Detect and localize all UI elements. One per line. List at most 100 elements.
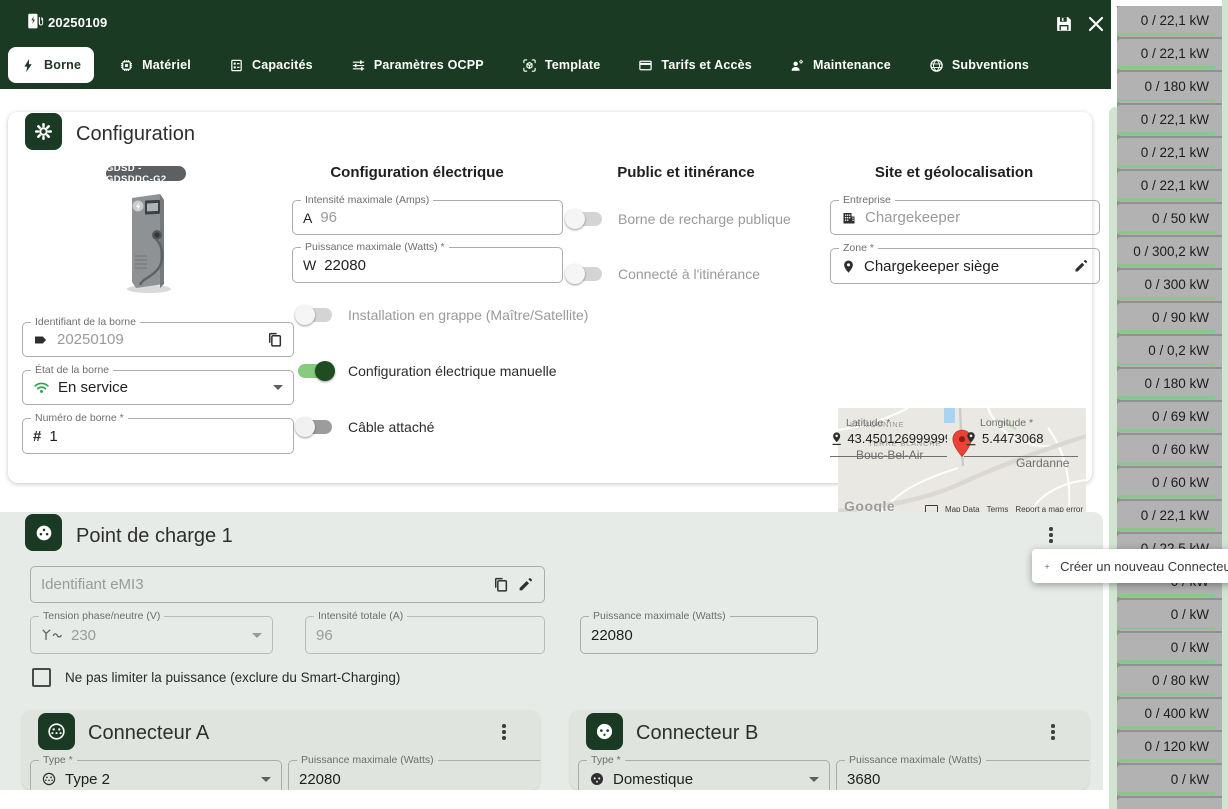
cp-puissance-field[interactable]: Puissance maximale (Watts) 22080 [580,610,818,654]
connecteur-b-type-select[interactable]: Type * Domestique [578,754,830,790]
power-progress-bar [1117,165,1215,168]
sidebar-power-item[interactable]: 0 / 60 kW [1117,435,1222,466]
latitude-value: 43.450126999999 [847,431,947,446]
cable-attache-toggle[interactable] [295,417,332,437]
sidebar-power-item[interactable]: 0 / 0,2 kW [1117,336,1222,367]
connecteur-a-type-value: Type 2 [65,770,111,788]
site-title: Site et géolocalisation [874,164,1034,181]
borne-publique-toggle[interactable] [565,209,602,229]
page-bottom [0,790,1109,809]
header: 20250109 Borne Matériel Capacités Paramè… [0,0,1111,89]
connecteur-a-menu-button[interactable] [497,719,511,745]
longitude-field[interactable]: Longitude * 5.4473068 [964,414,1078,457]
longitude-value: 5.4473068 [982,431,1044,446]
tab-borne[interactable]: Borne [8,47,95,83]
location-pin-icon [844,260,853,273]
sidebar-power-item[interactable]: 0 / 400 kW [1117,699,1222,730]
sidebar-power-item[interactable]: 0 / 22,1 kW [1117,501,1222,532]
zone-field[interactable]: Zone * Chargekeeper siège [830,242,1100,284]
cp-puissance-value: 22080 [591,626,633,644]
sidebar-power-item[interactable]: 0 / kW [1117,765,1222,796]
tab-parametres-ocpp[interactable]: Paramètres OCPP [338,47,497,83]
sidebar-power-item[interactable]: 0 / 60 kW [1117,468,1222,499]
sidebar-power-item[interactable]: 0 / 180 kW [1117,369,1222,400]
ev-station-icon [28,13,44,29]
toggle-row-itinerance: Connecté à l'itinérance [565,264,760,284]
copy-icon[interactable] [266,331,283,348]
create-connector-menu-item[interactable]: Créer un nouveau Connecteur [1032,549,1228,583]
sidebar-power-item[interactable] [1117,798,1222,809]
tab-tarifs-acces[interactable]: Tarifs et Accès [625,47,765,83]
template-cube-icon [523,58,536,72]
config-manuelle-toggle[interactable] [298,361,335,381]
sidebar-power-item[interactable]: 0 / 22,1 kW [1117,171,1222,202]
electrique-title: Configuration électrique [330,164,504,181]
template-sidebar[interactable]: 0 / 22,1 kW 0 / 22,1 kW 0 / 180 kW 0 / 2… [1117,6,1222,809]
copy-icon[interactable] [492,576,509,593]
tune-icon [352,60,364,70]
tab-materiel[interactable]: Matériel [106,47,204,83]
sidebar-power-item[interactable]: 0 / kW [1117,633,1222,664]
connecteur-a-type-select[interactable]: Type * Type 2 [30,754,282,790]
smart-charging-row: Ne pas limiter la puissance (exclure du … [32,668,400,687]
gear-icon [34,122,53,141]
tab-maintenance[interactable]: Maintenance [777,47,904,83]
tension-select[interactable]: Tension phase/neutre (V) 230 [30,610,273,654]
plus-icon [1044,563,1050,569]
sidebar-power-item[interactable]: 0 / 80 kW [1117,666,1222,697]
charge-point-menu-button[interactable] [1044,522,1058,548]
connecteur-b-power-field[interactable]: Puissance maximale (Watts) 3680 [836,754,1089,790]
sidebar-power-item[interactable]: 0 / 22,1 kW [1117,6,1222,37]
sidebar-power-item[interactable]: 0 / 180 kW [1117,72,1222,103]
emi3-field[interactable]: Identifiant eMI3 [30,566,545,603]
connecteur-a-power-field[interactable]: Puissance maximale (Watts) 22080 [288,754,540,790]
sidebar-power-item[interactable]: 0 / 120 kW [1117,732,1222,763]
engineering-icon [791,59,803,71]
charge-point-title: Point de charge 1 [76,525,233,547]
configuration-title: Configuration [76,123,195,145]
sidebar-power-item[interactable]: 0 / 22,1 kW [1117,39,1222,70]
globe-icon [930,58,943,72]
type2-connector-icon [48,723,65,740]
itinerance-toggle[interactable] [565,264,602,284]
sidebar-power-item[interactable]: 0 / 69 kW [1117,402,1222,433]
power-progress-bar [1117,429,1215,432]
etat-borne-select[interactable]: État de la borne En service [22,364,294,405]
numero-borne-field[interactable]: Numéro de borne * # 1 [22,412,294,454]
sidebar-power-item[interactable]: 0 / kW [1117,600,1222,631]
power-progress-bar [1117,627,1215,630]
connecteur-b-menu-button[interactable] [1046,719,1060,745]
phase-wave-icon [42,629,62,641]
identifiant-borne-field[interactable]: Identifiant de la borne 20250109 [22,316,294,357]
numero-borne-value: 1 [49,427,58,445]
power-progress-bar [1117,33,1215,36]
tab-capacites[interactable]: Capacités [216,47,326,83]
ballot-icon [231,59,242,71]
sidebar-power-item[interactable]: 0 / 90 kW [1117,303,1222,334]
power-progress-bar [1117,693,1215,696]
map-place-label: Gardanne [1016,456,1070,470]
close-button[interactable] [1086,14,1106,39]
power-progress-bar [1117,726,1215,729]
intensite-max-field[interactable]: Intensité maximale (Amps) A 96 [292,194,563,235]
latitude-field[interactable]: Latitude * 43.450126999999 [830,414,947,457]
zone-value: Chargekeeper siège [864,257,1000,275]
save-button[interactable] [1054,14,1074,39]
sidebar-power-item[interactable]: 0 / 50 kW [1117,204,1222,235]
chevron-down-icon [261,776,271,782]
edit-pencil-icon[interactable] [1073,258,1089,274]
smart-charging-checkbox[interactable] [32,668,51,687]
entreprise-field[interactable]: Entreprise Chargekeeper [830,194,1100,235]
power-progress-bar [1117,132,1215,135]
sidebar-power-item[interactable]: 0 / 300 kW [1117,270,1222,301]
puissance-max-field[interactable]: Puissance maximale (Watts) * W 22080 [292,241,563,283]
sidebar-power-item[interactable]: 0 / 22,1 kW [1117,138,1222,169]
tab-subventions[interactable]: Subventions [916,47,1042,83]
edit-pencil-icon[interactable] [517,576,534,593]
tab-template[interactable]: Template [509,47,614,83]
connecteur-a-iconbox [38,713,75,750]
sidebar-power-item[interactable]: 0 / 300,2 kW [1117,237,1222,268]
grappe-toggle[interactable] [295,305,332,325]
sidebar-power-item[interactable]: 0 / 22,1 kW [1117,105,1222,136]
intensite-totale-field[interactable]: Intensité totale (A) 96 [305,610,545,654]
